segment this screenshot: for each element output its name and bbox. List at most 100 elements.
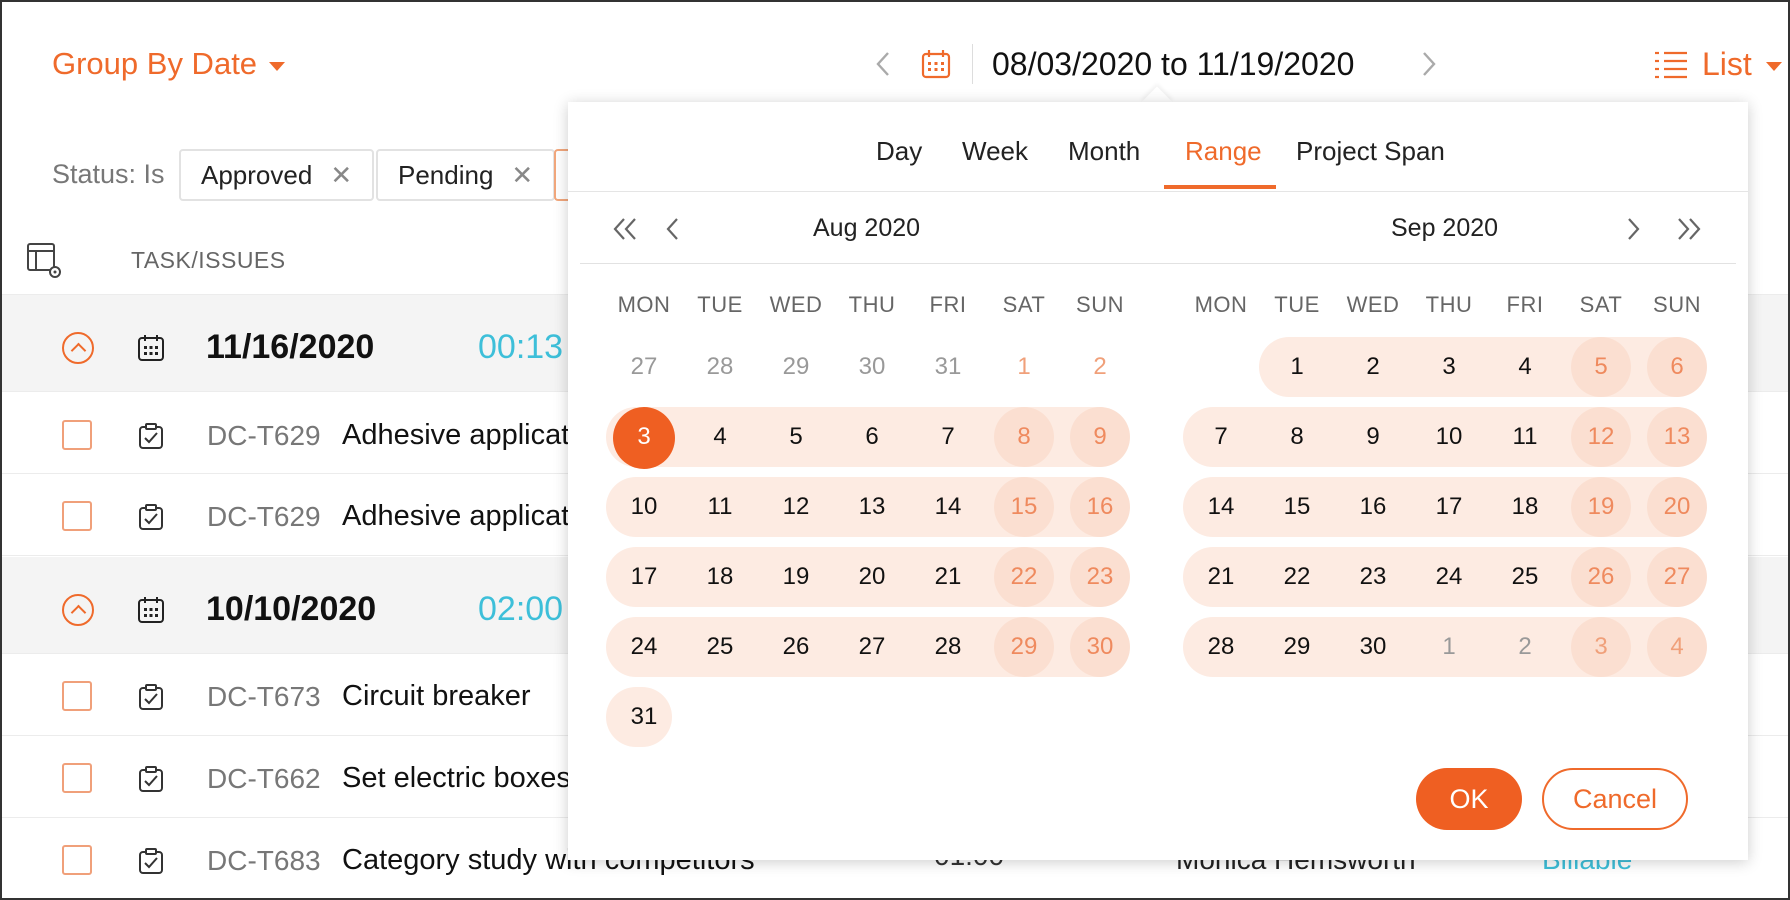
calendar-day[interactable]: 6 [834,407,910,467]
calendar-day[interactable]: 9 [1062,407,1138,467]
calendar-day[interactable]: 10 [1411,407,1487,467]
remove-icon[interactable]: ✕ [330,162,352,188]
calendar-day[interactable]: 26 [758,617,834,677]
calendar-day[interactable]: 18 [682,547,758,607]
calendar-day[interactable]: 27 [834,617,910,677]
calendar-day[interactable]: 29 [758,337,834,397]
calendar-day[interactable]: 3 [1411,337,1487,397]
calendar-day[interactable]: 22 [986,547,1062,607]
calendar-day[interactable]: 14 [910,477,986,537]
calendar-day[interactable]: 24 [606,617,682,677]
calendar-day[interactable]: 7 [910,407,986,467]
group-by-dropdown[interactable]: Group By Date [52,46,286,82]
task-name[interactable]: Adhesive applicat [342,500,569,533]
calendar-day[interactable]: 31 [910,337,986,397]
calendar-day[interactable]: 20 [834,547,910,607]
calendar-day[interactable]: 9 [1335,407,1411,467]
calendar-day[interactable]: 31 [606,687,682,747]
calendar-day[interactable]: 7 [1183,407,1259,467]
next-year-button[interactable] [1676,216,1702,247]
calendar-day[interactable]: 25 [1487,547,1563,607]
row-checkbox[interactable] [62,501,92,531]
calendar-day[interactable]: 11 [682,477,758,537]
calendar-day[interactable]: 11 [1487,407,1563,467]
calendar-day[interactable]: 2 [1487,617,1563,677]
calendar-day[interactable]: 23 [1062,547,1138,607]
tab-project-span[interactable]: Project Span [1296,136,1445,167]
calendar-day[interactable]: 28 [1183,617,1259,677]
calendar-day[interactable]: 16 [1062,477,1138,537]
calendar-day[interactable]: 2 [1062,337,1138,397]
calendar-day[interactable]: 3 [606,407,682,469]
calendar-day[interactable]: 4 [1639,617,1715,677]
calendar-day[interactable]: 30 [1335,617,1411,677]
calendar-day[interactable]: 13 [834,477,910,537]
calendar-button[interactable] [920,48,952,85]
previous-range-button[interactable] [874,50,892,83]
remove-icon[interactable]: ✕ [511,162,533,188]
calendar-day[interactable]: 23 [1335,547,1411,607]
tab-day[interactable]: Day [876,136,922,167]
ok-button[interactable]: OK [1416,768,1522,830]
collapse-icon[interactable] [62,594,94,626]
calendar-day[interactable]: 19 [758,547,834,607]
calendar-day[interactable]: 16 [1335,477,1411,537]
row-checkbox[interactable] [62,845,92,875]
previous-month-button[interactable] [664,216,680,247]
calendar-day[interactable]: 6 [1639,337,1715,397]
calendar-day[interactable]: 24 [1411,547,1487,607]
calendar-day[interactable]: 4 [1487,337,1563,397]
calendar-day[interactable]: 8 [1259,407,1335,467]
calendar-day[interactable]: 14 [1183,477,1259,537]
tab-month[interactable]: Month [1068,136,1140,167]
calendar-day[interactable]: 20 [1639,477,1715,537]
calendar-day[interactable]: 1 [986,337,1062,397]
calendar-day[interactable]: 5 [758,407,834,467]
calendar-day[interactable]: 27 [606,337,682,397]
calendar-day[interactable]: 30 [1062,617,1138,677]
calendar-day[interactable]: 15 [1259,477,1335,537]
calendar-day[interactable]: 15 [986,477,1062,537]
calendar-day[interactable]: 29 [986,617,1062,677]
calendar-day[interactable]: 19 [1563,477,1639,537]
collapse-icon[interactable] [62,332,94,364]
calendar-day[interactable]: 1 [1411,617,1487,677]
task-name[interactable]: Set electric boxes [342,762,571,795]
calendar-day[interactable]: 22 [1259,547,1335,607]
calendar-day[interactable]: 28 [682,337,758,397]
calendar-day[interactable]: 17 [1411,477,1487,537]
calendar-day[interactable]: 12 [1563,407,1639,467]
calendar-day[interactable]: 8 [986,407,1062,467]
calendar-day[interactable]: 10 [606,477,682,537]
calendar-day[interactable]: 4 [682,407,758,467]
calendar-day[interactable]: 13 [1639,407,1715,467]
calendar-day[interactable]: 29 [1259,617,1335,677]
calendar-day[interactable]: 2 [1335,337,1411,397]
task-name[interactable]: Adhesive applicat [342,419,569,452]
date-range-display[interactable]: 08/03/2020 to 11/19/2020 [992,46,1354,83]
calendar-day[interactable]: 1 [1259,337,1335,397]
calendar-day[interactable]: 28 [910,617,986,677]
row-checkbox[interactable] [62,763,92,793]
calendar-day[interactable]: 21 [1183,547,1259,607]
tab-range[interactable]: Range [1185,136,1262,167]
tab-week[interactable]: Week [962,136,1028,167]
row-checkbox[interactable] [62,681,92,711]
calendar-day[interactable]: 3 [1563,617,1639,677]
calendar-day[interactable]: 26 [1563,547,1639,607]
calendar-day[interactable]: 30 [834,337,910,397]
previous-year-button[interactable] [612,216,638,247]
view-dropdown[interactable]: List [1654,46,1782,83]
calendar-day[interactable]: 18 [1487,477,1563,537]
calendar-day[interactable]: 12 [758,477,834,537]
row-checkbox[interactable] [62,420,92,450]
calendar-day[interactable]: 21 [910,547,986,607]
calendar-day[interactable]: 27 [1639,547,1715,607]
column-settings-button[interactable] [26,242,64,285]
next-month-button[interactable] [1626,216,1642,247]
task-name[interactable]: Circuit breaker [342,680,531,713]
cancel-button[interactable]: Cancel [1542,768,1688,830]
calendar-day[interactable]: 25 [682,617,758,677]
calendar-day[interactable]: 5 [1563,337,1639,397]
calendar-day[interactable]: 17 [606,547,682,607]
